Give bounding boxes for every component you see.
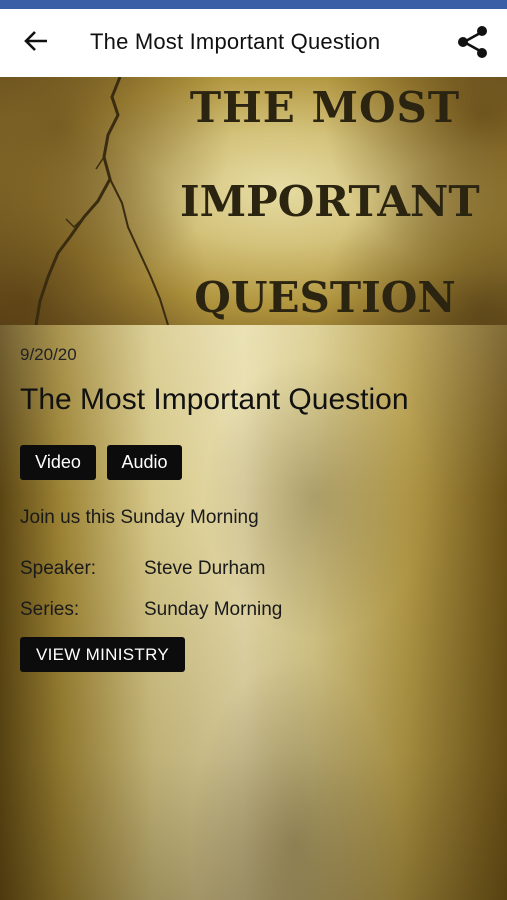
back-button[interactable] bbox=[18, 27, 54, 59]
app-bar: The Most Important Question bbox=[0, 9, 507, 77]
video-button[interactable]: Video bbox=[20, 445, 96, 480]
sermon-banner-image: THE MOST IMPORTANT QUESTION bbox=[0, 77, 507, 325]
view-ministry-button[interactable]: VIEW MINISTRY bbox=[20, 637, 185, 672]
audio-button[interactable]: Audio bbox=[107, 445, 182, 480]
banner-title-line-2: IMPORTANT bbox=[180, 177, 480, 226]
status-strip bbox=[0, 0, 507, 9]
series-label: Series: bbox=[20, 599, 80, 620]
banner-title-line-3: QUESTION bbox=[194, 273, 456, 322]
sermon-title: The Most Important Question bbox=[20, 383, 409, 416]
share-icon bbox=[456, 25, 490, 64]
speaker-value: Steve Durham bbox=[144, 558, 266, 579]
page-title: The Most Important Question bbox=[90, 29, 381, 54]
series-value: Sunday Morning bbox=[144, 599, 283, 620]
arrow-left-icon bbox=[23, 30, 49, 57]
sermon-date: 9/20/20 bbox=[20, 345, 77, 364]
share-button[interactable] bbox=[454, 25, 492, 63]
banner-title-line-1: THE MOST bbox=[189, 83, 461, 132]
sermon-description: Join us this Sunday Morning bbox=[20, 507, 259, 528]
speaker-label: Speaker: bbox=[20, 558, 97, 579]
